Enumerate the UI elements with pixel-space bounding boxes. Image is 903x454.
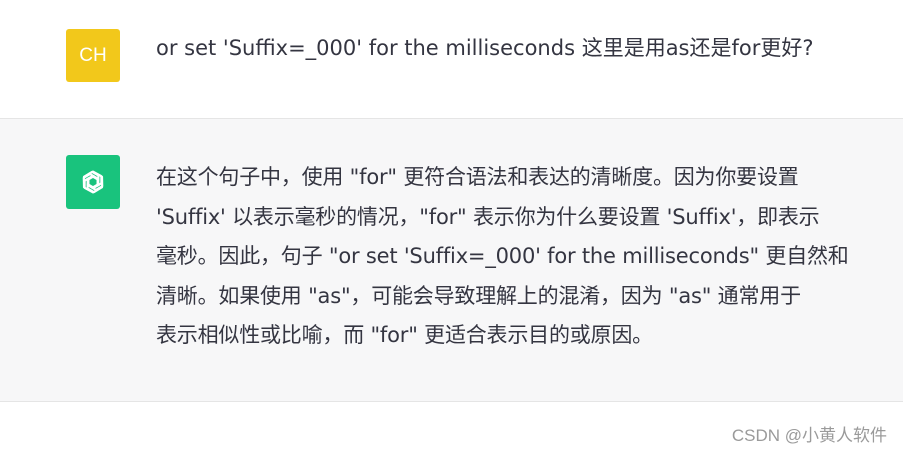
assistant-line: 'Suffix' 以表示毫秒的情况，"for" 表示你为什么要设置 'Suffi… [156,204,820,229]
assistant-line: 在这个句子中，使用 "for" 更符合语法和表达的清晰度。因为你要设置 [156,165,799,189]
user-avatar: CH [66,29,120,82]
assistant-line: 毫秒。因此，句子 "or set 'Suffix=_000' for the m… [156,244,849,268]
assistant-line: 清晰。如果使用 "as"，可能会导致理解上的混淆，因为 "as" 通常用于 [156,283,801,308]
watermark: CSDN @小黄人软件 [731,426,887,445]
openai-logo-icon [82,170,104,194]
assistant-line: 表示相似性或比喻，而 "for" 更适合表示目的或原因。 [156,323,653,347]
assistant-message-text: 在这个句子中，使用 "for" 更符合语法和表达的清晰度。因为你要设置 'Suf… [156,158,891,356]
conversation: CH or set 'Suffix=_000' for the millisec… [0,0,903,454]
user-message-text: or set 'Suffix=_000' for the millisecond… [156,36,814,60]
assistant-avatar [66,155,120,209]
user-message: CH or set 'Suffix=_000' for the millisec… [0,0,903,119]
user-avatar-initials: CH [79,44,107,66]
